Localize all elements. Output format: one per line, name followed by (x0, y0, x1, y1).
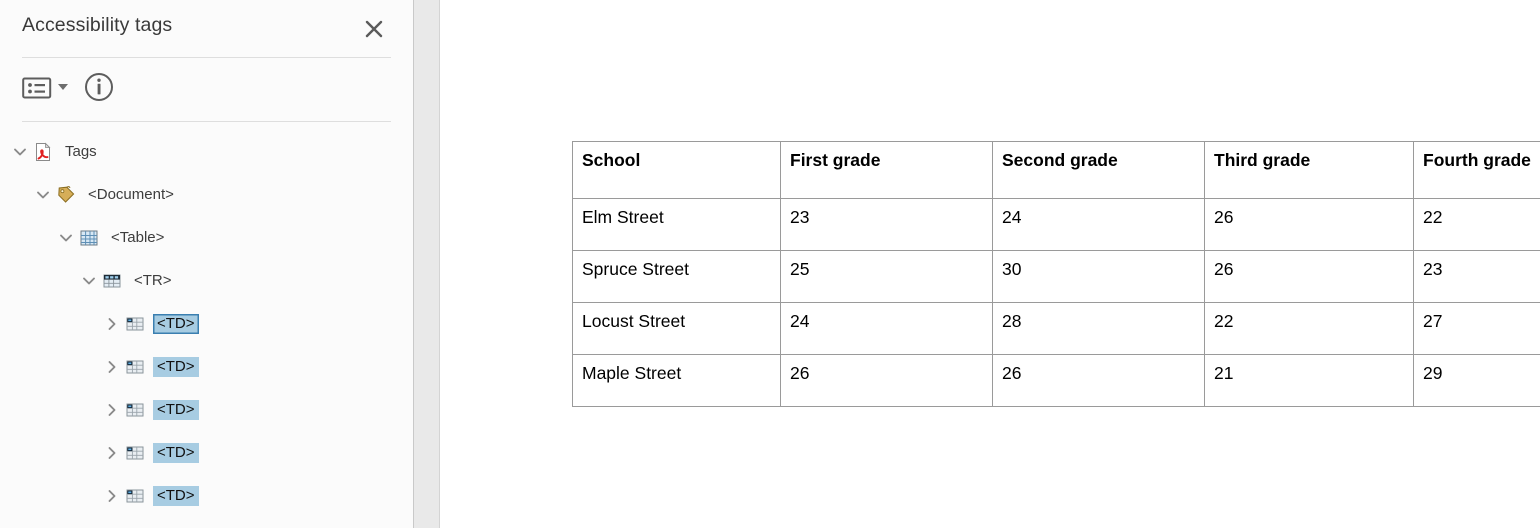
tree-item-label: <TD> (153, 400, 199, 420)
table-cell: 22 (1204, 302, 1414, 355)
table-row-icon (101, 270, 123, 292)
table-row: Locust Street 24 28 22 27 (572, 302, 1540, 355)
table-header-cell: Second grade (992, 141, 1205, 199)
table-row: Spruce Street 25 30 26 23 (572, 250, 1540, 303)
table-cell: 26 (1204, 250, 1414, 303)
table-cell-icon (124, 313, 146, 335)
panel-toolbar (0, 58, 413, 120)
tree-item-label: <TD> (153, 357, 199, 377)
toolbar-divider (22, 121, 391, 122)
table-header-row: School First grade Second grade Third grade… (572, 141, 1540, 199)
close-icon[interactable] (358, 13, 390, 45)
tree-item-tags[interactable]: Tags (8, 138, 101, 166)
tree-item-table[interactable]: <Table> (54, 224, 168, 252)
table-body: Elm Street 23 24 26 22 Spruce Street 25 30 26 23 L… (572, 198, 1540, 407)
info-circle-icon[interactable] (84, 72, 116, 104)
table-header-cell: Fourth grade (1413, 141, 1540, 199)
panel-gutter[interactable] (414, 0, 439, 528)
chevron-right-icon[interactable] (100, 355, 124, 379)
table-icon (78, 227, 100, 249)
table-cell-icon (124, 356, 146, 378)
tree-item-label: <TD> (153, 486, 199, 506)
chevron-down-icon[interactable] (77, 269, 101, 293)
table-cell: Elm Street (572, 198, 781, 251)
chevron-down-icon[interactable] (58, 84, 68, 90)
table-cell: 23 (780, 198, 993, 251)
table-cell: 23 (1413, 250, 1540, 303)
tree-item-label: <Document> (88, 186, 174, 203)
chevron-down-icon[interactable] (54, 226, 78, 250)
table-cell: 28 (992, 302, 1205, 355)
page-title: Accessibility tags (22, 14, 173, 36)
chevron-right-icon[interactable] (100, 398, 124, 422)
tag-icon (55, 184, 77, 206)
pdf-file-icon (32, 141, 54, 163)
table-header-cell: First grade (780, 141, 993, 199)
tree-item-label: Tags (65, 143, 97, 160)
table-cell: Locust Street (572, 302, 781, 355)
table-cell: 27 (1413, 302, 1540, 355)
chevron-down-icon[interactable] (8, 140, 32, 164)
table-row: Maple Street 26 26 21 29 (572, 354, 1540, 407)
table-cell: 21 (1204, 354, 1414, 407)
table-cell: 22 (1413, 198, 1540, 251)
chevron-right-icon[interactable] (100, 441, 124, 465)
table-cell: 26 (780, 354, 993, 407)
table-row: Elm Street 23 24 26 22 (572, 198, 1540, 251)
table-cell: 24 (780, 302, 993, 355)
tree-item-td[interactable]: <TD> (100, 439, 199, 467)
tree-item-document[interactable]: <Document> (31, 181, 178, 209)
tree-item-td[interactable]: <TD> (100, 482, 199, 510)
table-header-cell: Third grade (1204, 141, 1414, 199)
chevron-down-icon[interactable] (31, 183, 55, 207)
tree-item-label: <TR> (134, 272, 172, 289)
tags-tree: Tags <Document> <Table> <TR> <TD> <TD> <TD> <TD… (0, 132, 413, 528)
tree-item-tr[interactable]: <TR> (77, 267, 176, 295)
tree-item-label: <TD> (153, 314, 199, 334)
table-cell-icon (124, 485, 146, 507)
chevron-right-icon[interactable] (100, 484, 124, 508)
table-cell: 26 (992, 354, 1205, 407)
grades-table: School First grade Second grade Third grade… (572, 141, 1540, 407)
table-cell: 26 (1204, 198, 1414, 251)
tree-item-label: <Table> (111, 229, 165, 246)
tree-item-td[interactable]: <TD> (100, 310, 199, 338)
table-cell-icon (124, 442, 146, 464)
table-cell: 30 (992, 250, 1205, 303)
table-cell: 24 (992, 198, 1205, 251)
table-cell: Spruce Street (572, 250, 781, 303)
table-cell: Maple Street (572, 354, 781, 407)
table-cell-icon (124, 399, 146, 421)
table-header-cell: School (572, 141, 781, 199)
table-cell: 29 (1413, 354, 1540, 407)
chevron-right-icon[interactable] (100, 312, 124, 336)
tree-item-td[interactable]: <TD> (100, 396, 199, 424)
tree-item-label: <TD> (153, 443, 199, 463)
document-view: School First grade Second grade Third grade… (440, 0, 1540, 528)
tree-item-td[interactable]: <TD> (100, 353, 199, 381)
panel-header: Accessibility tags (0, 0, 413, 57)
accessibility-tags-panel: Accessibility tags Tags <Document> <Tabl… (0, 0, 413, 528)
table-cell: 25 (780, 250, 993, 303)
options-list-icon[interactable] (22, 74, 54, 102)
table-head: School First grade Second grade Third grade… (572, 141, 1540, 199)
